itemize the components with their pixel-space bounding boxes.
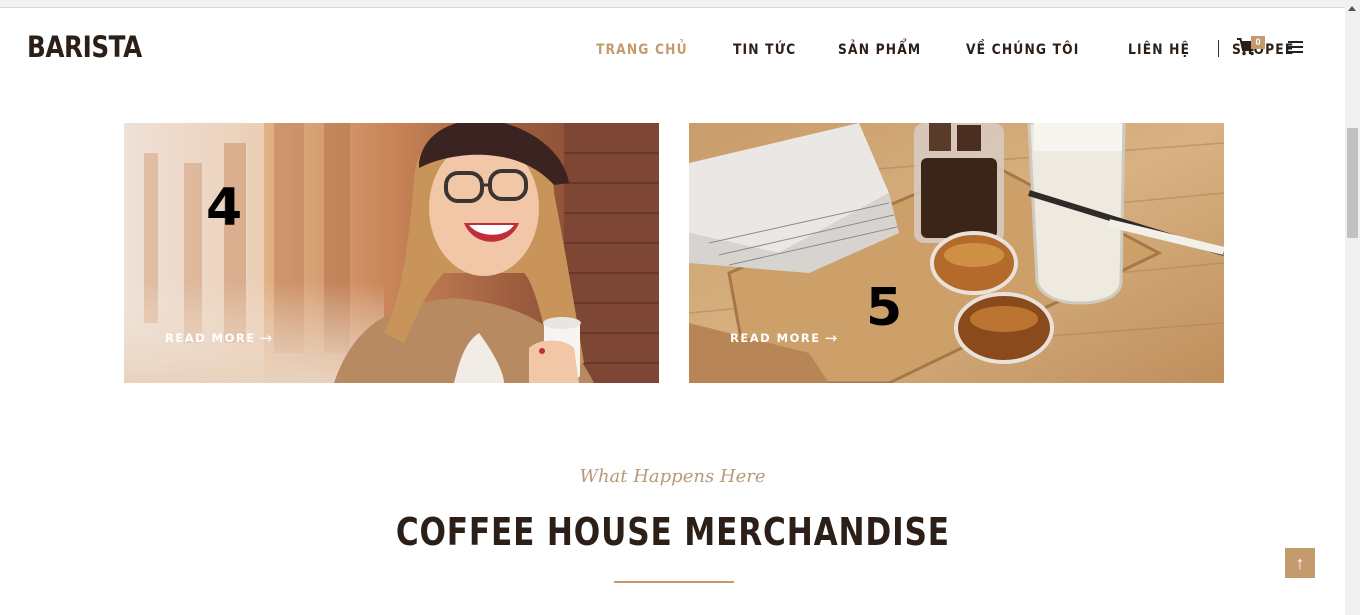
page-scrollbar[interactable] <box>1345 0 1360 615</box>
read-more-link[interactable]: READ MORE → <box>165 329 274 347</box>
scrollbar-thumb[interactable] <box>1347 128 1358 238</box>
scroll-up-arrow-icon[interactable] <box>1348 6 1356 11</box>
section-subtitle: What Happens Here <box>579 466 766 487</box>
card-number: 5 <box>866 278 903 338</box>
nav-item-tin-tuc[interactable]: TIN TỨC <box>733 42 796 58</box>
scroll-to-top-button[interactable]: ↑ <box>1285 548 1315 578</box>
site-logo[interactable]: BARISTA <box>27 30 142 64</box>
arrow-up-icon: ↑ <box>1295 553 1305 573</box>
nav-item-trang-chu[interactable]: TRANG CHỦ <box>596 42 688 58</box>
blog-card-4[interactable]: 4 READ MORE → <box>124 123 659 383</box>
hamburger-menu-icon[interactable] <box>1288 41 1303 54</box>
section-title: COFFEE HOUSE MERCHANDISE <box>0 510 1345 554</box>
cart-button[interactable]: 0 <box>1237 36 1267 60</box>
site-header: BARISTA TRANG CHỦ TIN TỨC SẢN PHẨM VỀ CH… <box>0 8 1345 88</box>
read-more-label: READ MORE <box>730 331 821 345</box>
read-more-label: READ MORE <box>165 331 256 345</box>
section-divider <box>614 581 734 583</box>
nav-item-lien-he[interactable]: LIÊN HỆ <box>1128 42 1190 58</box>
nav-item-ve-chung-toi[interactable]: VỀ CHÚNG TÔI <box>966 42 1080 58</box>
cart-count-badge: 0 <box>1251 36 1265 49</box>
blog-card-5[interactable]: 5 READ MORE → <box>689 123 1224 383</box>
read-more-link[interactable]: READ MORE → <box>730 329 839 347</box>
section-title-text: COFFEE HOUSE MERCHANDISE <box>395 510 950 554</box>
browser-top-edge <box>0 0 1345 8</box>
nav-divider <box>1218 40 1219 57</box>
nav-item-san-pham[interactable]: SẢN PHẨM <box>838 42 921 58</box>
card-number: 4 <box>206 178 243 238</box>
arrow-right-icon: → <box>824 329 839 347</box>
arrow-right-icon: → <box>259 329 274 347</box>
main-nav: TRANG CHỦ TIN TỨC SẢN PHẨM VỀ CHÚNG TÔI … <box>596 40 1336 60</box>
